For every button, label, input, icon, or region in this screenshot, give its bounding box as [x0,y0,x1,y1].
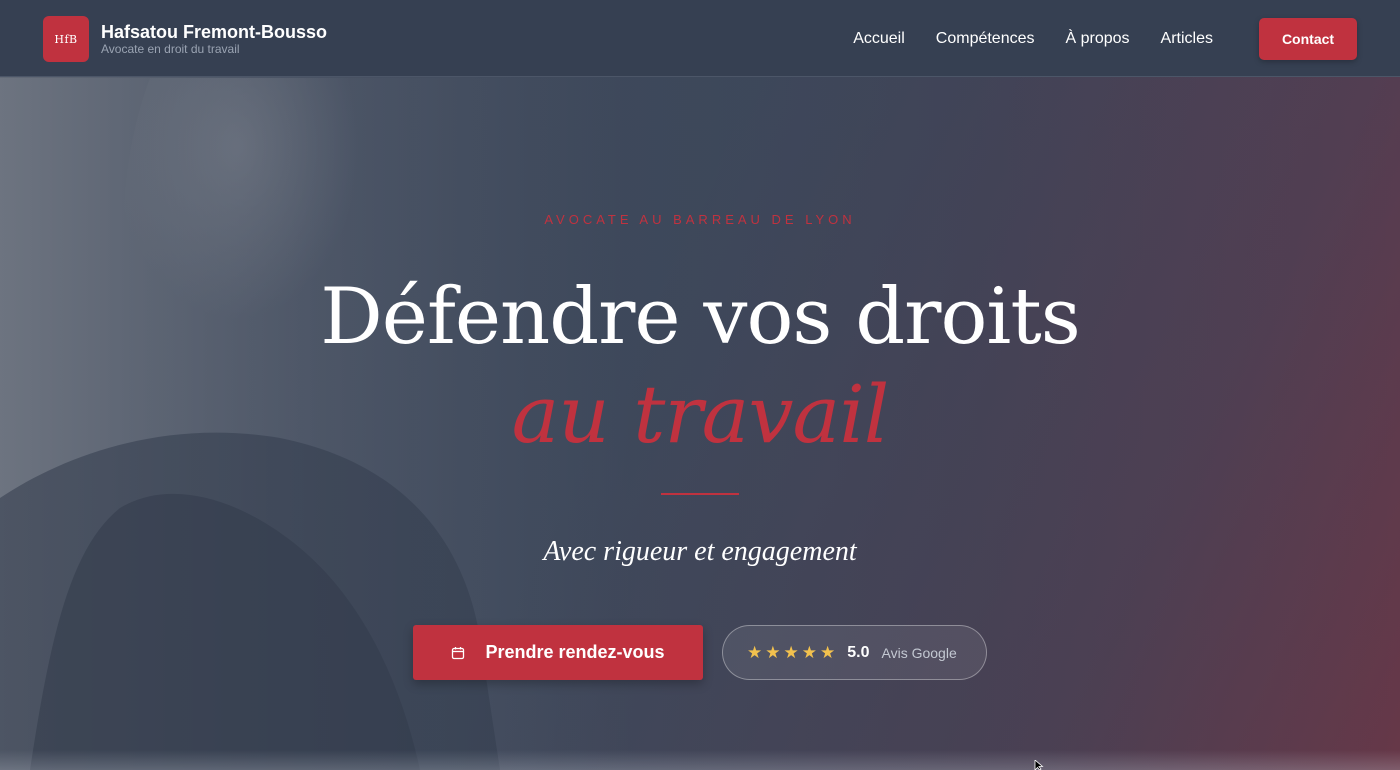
nav-item-articles[interactable]: Articles [1161,30,1213,48]
brand-name[interactable]: Hafsatou Fremont-Bousso [101,22,327,42]
page: HfB Hafsatou Fremont-Bousso Avocate en d… [0,0,1400,770]
main-nav: Accueil Compétences À propos Articles Co… [853,0,1400,77]
star-icon: ★ [820,643,836,662]
star-icon: ★ [765,643,781,662]
rating-stars: ★ ★ ★ ★ ★ [747,644,838,661]
mouse-cursor-icon [1034,760,1044,770]
star-icon: ★ [801,643,817,662]
hero-divider [661,493,739,495]
google-rating-badge[interactable]: ★ ★ ★ ★ ★ 5.0 Avis Google [722,625,987,680]
book-appointment-label: Prendre rendez-vous [485,642,665,662]
brand-tagline: Avocate en droit du travail [101,42,240,56]
contact-button[interactable]: Contact [1259,17,1357,60]
logo[interactable]: HfB [43,16,89,62]
star-icon: ★ [747,643,763,662]
book-appointment-button[interactable]: Prendre rendez-vous [413,625,703,680]
hero-title-line2: au travail [511,368,890,461]
hero-title-line1: Défendre vos droits [320,272,1080,362]
bottom-fade [0,750,1400,770]
hero-eyebrow: AVOCATE AU BARREAU DE LYON [544,212,856,227]
nav-item-competences[interactable]: Compétences [936,30,1035,48]
brand-text: Hafsatou Fremont-Bousso Avocate en droit… [101,22,327,56]
calendar-icon [452,646,465,659]
brand[interactable]: HfB Hafsatou Fremont-Bousso Avocate en d… [43,16,327,62]
star-icon: ★ [783,643,799,662]
hero-cta-row: Prendre rendez-vous ★ ★ ★ ★ ★ 5.0 Avis G… [413,625,987,680]
nav-item-a-propos[interactable]: À propos [1066,30,1130,48]
hero-tagline: Avec rigueur et engagement [543,536,857,567]
nav-item-accueil[interactable]: Accueil [853,30,905,48]
rating-value: 5.0 [847,643,870,661]
rating-label: Avis Google [881,644,957,661]
site-header: HfB Hafsatou Fremont-Bousso Avocate en d… [0,0,1400,77]
